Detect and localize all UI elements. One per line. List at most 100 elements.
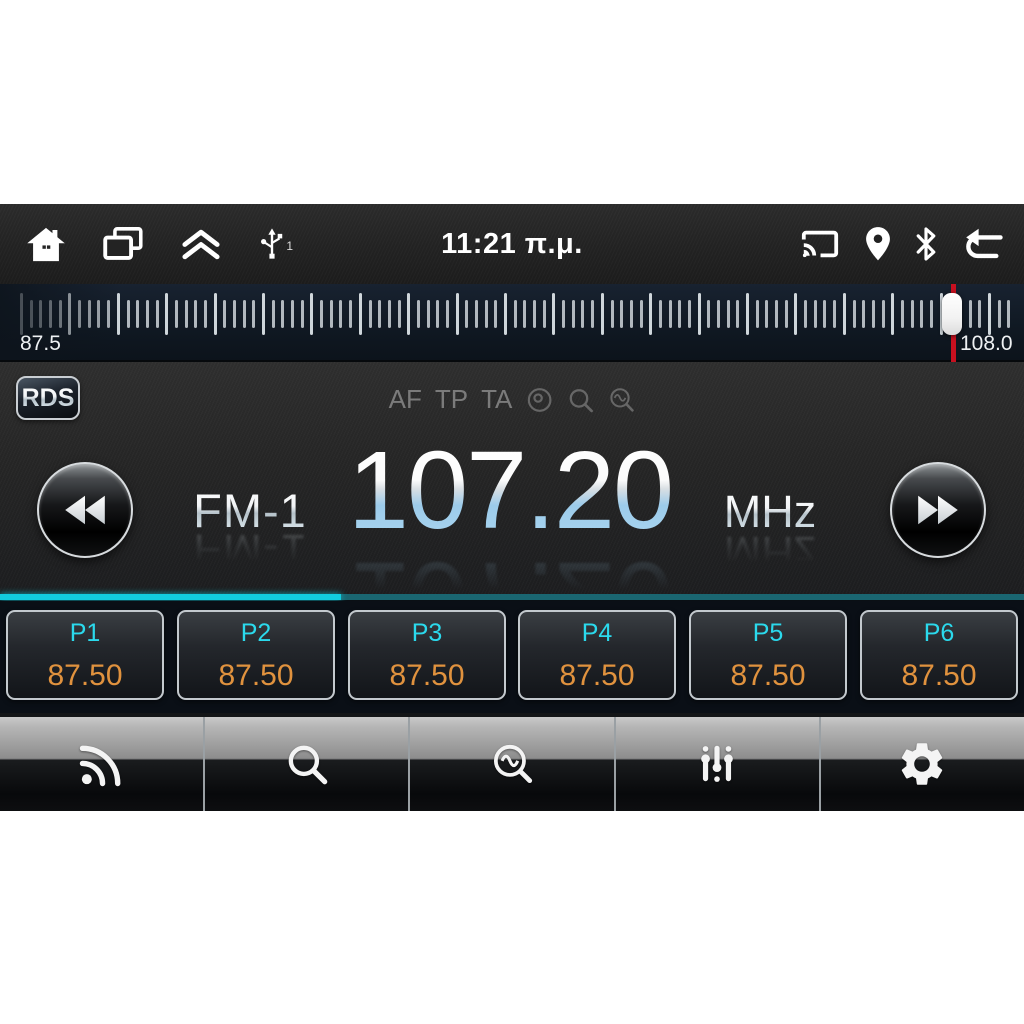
scale-tick [407, 293, 411, 335]
cast-icon [801, 230, 839, 258]
tuner-knob[interactable] [942, 293, 962, 335]
scale-tick [581, 300, 585, 328]
rds-badge-label: RDS [21, 383, 75, 412]
preset-button-p2[interactable]: P2 87.50 [177, 610, 335, 700]
scale-tick [678, 300, 682, 328]
location-icon [866, 227, 890, 261]
scale-tick [978, 300, 982, 328]
band-label: FM-1 [165, 483, 335, 538]
scan-button[interactable] [410, 717, 616, 811]
preset-value: 87.50 [47, 659, 123, 692]
scale-tick [504, 293, 507, 335]
scale-tick [610, 300, 614, 328]
preset-label: P6 [923, 619, 955, 647]
scale-tick [542, 300, 546, 328]
preset-label: P5 [752, 619, 784, 647]
frequency-unit-reflection: MHz [700, 532, 840, 574]
scale-tick [823, 300, 827, 328]
preset-button-p3[interactable]: P3 87.50 [348, 610, 506, 700]
scale-tick [775, 300, 778, 328]
scale-tick [378, 300, 382, 328]
scale-tick [358, 293, 362, 335]
scale-tick [426, 300, 430, 328]
scale-tick [871, 300, 875, 328]
settings-button[interactable] [820, 717, 1024, 811]
scale-tick [997, 300, 1001, 328]
scale-tick [900, 300, 904, 328]
page-progress-track [0, 594, 1024, 601]
equalizer-button[interactable] [615, 717, 821, 811]
preset-value: 87.50 [559, 659, 635, 692]
scale-tick [397, 300, 401, 328]
scan-indicator-icon [610, 387, 634, 412]
status-bar-right [798, 204, 1004, 284]
rds-badge: RDS [16, 376, 80, 420]
scale-tick [513, 300, 517, 328]
preset-button-p5[interactable]: P5 87.50 [689, 610, 847, 700]
broadcast-button[interactable] [0, 717, 206, 811]
preset-button-p4[interactable]: P4 87.50 [518, 610, 676, 700]
scan-icon [493, 744, 533, 784]
scale-tick [213, 293, 217, 335]
scale-tick [416, 300, 420, 328]
scale-tick [533, 300, 536, 328]
scale-tick [126, 300, 130, 328]
bluetooth-icon [916, 227, 936, 261]
loop-circle-icon [527, 387, 552, 412]
scale-tick [387, 300, 391, 328]
scale-tick [649, 293, 653, 335]
scale-tick [475, 300, 478, 328]
radio-app-screen: 1 11:21 π.μ. 87.5 108.0 RDS AF TP TA FM-… [0, 204, 1024, 811]
scale-tick [145, 300, 149, 328]
tuner-display-area: RDS AF TP TA FM-1 107.20 MHz FM-1 107.20… [0, 362, 1024, 607]
scale-tick [717, 300, 720, 328]
frequency-readout: 107.20 [320, 436, 700, 546]
scale-tick [484, 300, 488, 328]
preset-button-p1[interactable]: P1 87.50 [6, 610, 164, 700]
preset-button-p6[interactable]: P6 87.50 [860, 610, 1018, 700]
scale-tick [1007, 300, 1011, 328]
scale-tick [968, 300, 972, 328]
scale-tick [194, 300, 198, 328]
scale-tick [600, 293, 604, 335]
preset-value: 87.50 [218, 659, 294, 692]
scale-tick [203, 300, 207, 328]
scale-tick [271, 300, 275, 328]
scale-tick [523, 300, 527, 328]
preset-label: P4 [581, 619, 613, 647]
scale-tick [881, 300, 885, 328]
scale-tick [697, 293, 701, 335]
bottom-toolbar [0, 717, 1024, 811]
scale-tick [223, 300, 227, 328]
scale-tick [252, 300, 256, 328]
af-indicator: AF [388, 384, 422, 414]
scale-tick [465, 300, 469, 328]
seek-down-button[interactable] [37, 462, 133, 558]
scale-tick [552, 293, 556, 335]
tuner-scale[interactable]: 87.5 108.0 [0, 284, 1024, 362]
seek-button[interactable] [205, 717, 411, 811]
scale-max-label: 108.0 [960, 332, 1013, 355]
back-icon[interactable] [960, 226, 1004, 263]
scale-tick [233, 300, 236, 328]
scale-tick [281, 300, 285, 328]
scale-tick [804, 300, 808, 328]
scale-tick [687, 300, 691, 328]
scale-tick [794, 293, 798, 335]
scale-tick [707, 300, 711, 328]
preset-value: 87.50 [389, 659, 465, 692]
scale-tick [736, 300, 740, 328]
seek-up-button[interactable] [890, 462, 986, 558]
scale-tick [155, 300, 159, 328]
broadcast-icon [79, 745, 121, 787]
scale-tick [562, 300, 566, 328]
scale-tick [310, 293, 314, 335]
seek-down-icon [65, 495, 105, 525]
scale-tick [291, 300, 294, 328]
seek-up-icon [918, 495, 958, 525]
scale-tick [320, 300, 324, 328]
progress-track-active [0, 594, 341, 600]
scale-tick [813, 300, 817, 328]
scale-min-label: 87.5 [20, 332, 61, 355]
scale-tick [988, 293, 991, 335]
